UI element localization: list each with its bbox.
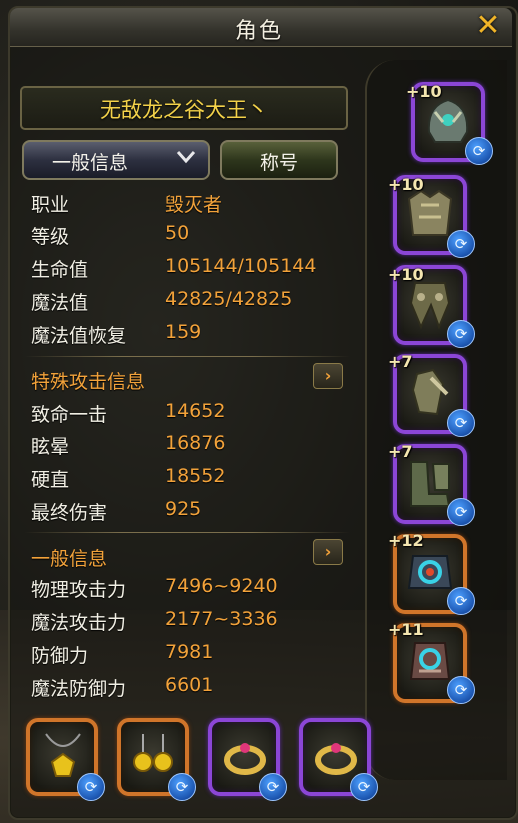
swap-icon[interactable]: ⟳ [447,230,475,258]
title-button-label: 称号 [259,152,298,174]
stat-label-level: 等级 [31,226,70,248]
stat-label-hp: 生命值 [31,259,89,281]
stat-label-stiff: 硬直 [31,469,70,491]
stat-label-magic-defense: 魔法防御力 [31,678,127,700]
swap-icon[interactable]: ⟳ [447,320,475,348]
general-info-expand-button[interactable]: › [313,539,343,565]
stat-label-magic-attack: 魔法攻击力 [31,612,127,634]
swap-icon[interactable]: ⟳ [447,409,475,437]
swap-icon[interactable]: ⟳ [259,773,287,801]
stat-value-final-damage: 925 [165,498,202,520]
stat-label-job: 职业 [31,194,70,216]
swap-icon[interactable]: ⟳ [447,676,475,704]
stat-label-mp-regen: 魔法值恢复 [31,325,127,347]
special-attack-heading: 特殊攻击信息 [31,371,146,393]
stat-value-mp-regen: 159 [165,321,202,343]
chevron-down-icon [176,151,196,164]
enhance-level-helmet: +10 [406,82,442,101]
enhance-level-legs: +10 [388,265,424,284]
enhance-level-boots: +7 [388,442,413,461]
stat-value-magic-defense: 6601 [165,674,214,696]
stat-label-final-damage: 最终伤害 [31,502,108,524]
stat-value-physical-attack: 7496~9240 [165,575,278,597]
stat-value-stun: 16876 [165,432,226,454]
stat-value-magic-attack: 2177~3336 [165,608,278,630]
stat-label-critical: 致命一击 [31,404,108,426]
enhance-level-off-weapon: +11 [388,620,424,639]
enhance-level-chest: +10 [388,175,424,194]
swap-icon[interactable]: ⟳ [447,587,475,615]
stat-value-stiff: 18552 [165,465,226,487]
stat-value-mp: 42825/42825 [165,288,293,310]
enhance-level-main-weapon: +12 [388,531,424,550]
special-attack-expand-button[interactable]: › [313,363,343,389]
stat-value-level: 50 [165,222,190,244]
character-name: 无敌龙之谷大王丶 [100,98,268,122]
stat-value-job: 毁灭者 [165,194,223,216]
swap-icon[interactable]: ⟳ [465,137,493,165]
enhance-level-gloves: +7 [388,352,413,371]
stat-value-critical: 14652 [165,400,226,422]
close-icon[interactable]: ✕ [474,11,502,41]
swap-icon[interactable]: ⟳ [77,773,105,801]
swap-icon[interactable]: ⟳ [350,773,378,801]
swap-icon[interactable]: ⟳ [168,773,196,801]
dropdown-label: 一般信息 [52,152,129,174]
general-info-heading: 一般信息 [31,548,108,570]
stat-label-mp: 魔法值 [31,292,89,314]
stat-label-stun: 眩晕 [31,436,70,458]
stat-label-physical-attack: 物理攻击力 [31,579,127,601]
window-title: 角色 [234,19,283,44]
stat-value-defense: 7981 [165,641,214,663]
stat-value-hp: 105144/105144 [165,255,317,277]
section-divider [24,356,350,357]
swap-icon[interactable]: ⟳ [447,498,475,526]
stat-label-defense: 防御力 [31,645,89,667]
gloves-icon [411,368,449,416]
section-divider [24,532,350,533]
